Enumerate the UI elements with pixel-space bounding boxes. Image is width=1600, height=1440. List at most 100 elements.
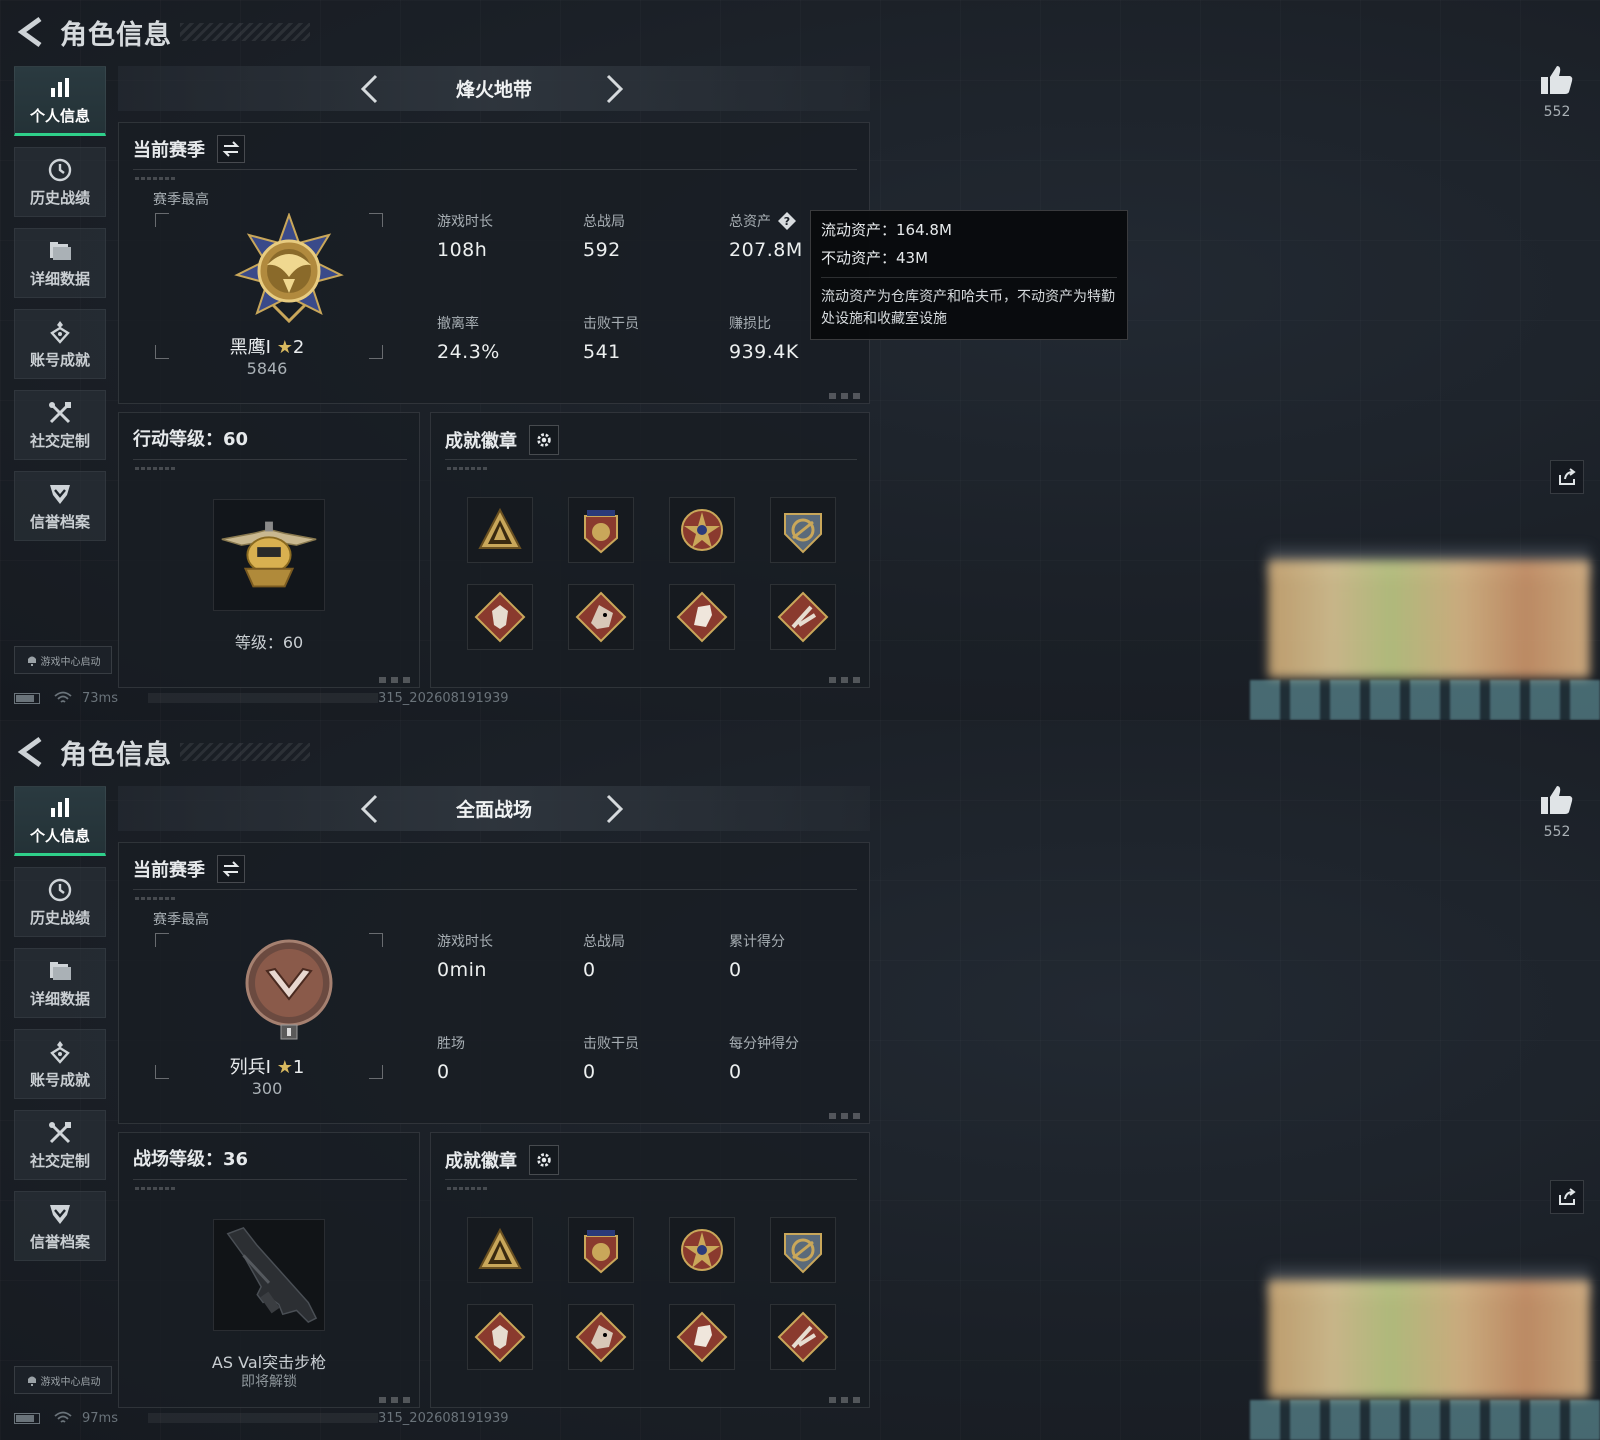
thumbs-up-icon xyxy=(1541,66,1573,94)
stat-item: 每分钟得分 0 xyxy=(729,1033,799,1083)
stat-item: 总战局 592 xyxy=(583,211,625,261)
swap-season-button[interactable] xyxy=(217,855,245,883)
rank-stars: 2 xyxy=(292,337,305,358)
sidebar-item-1[interactable]: 历史战绩 xyxy=(14,867,106,937)
pyramid-badge-icon[interactable] xyxy=(467,497,533,563)
bell-icon xyxy=(27,656,36,666)
folder-icon xyxy=(47,958,73,984)
gear-icon xyxy=(537,1153,551,1167)
stat-item: 击败干员 0 xyxy=(583,1033,639,1083)
stat-value: 0 xyxy=(729,1061,742,1083)
stat-item: 胜场 0 xyxy=(437,1033,465,1083)
stat-value: 108h xyxy=(437,239,488,261)
decorative-light-strip xyxy=(1250,680,1600,720)
crest-badge-icon[interactable] xyxy=(770,497,836,563)
season-best-label: 赛季最高 xyxy=(153,192,209,208)
prev-mode-arrow-icon[interactable] xyxy=(358,73,382,105)
horse-badge-icon[interactable] xyxy=(669,584,735,650)
achievements-panel: 成就徽章 xyxy=(430,412,870,688)
blade-badge-icon[interactable] xyxy=(770,1304,836,1370)
status-bar: 73ms 315_202608191939 xyxy=(14,688,509,708)
stat-label: 总战局 xyxy=(583,214,625,230)
sidebar-item-label: 详细数据 xyxy=(29,269,90,288)
prev-mode-arrow-icon[interactable] xyxy=(358,793,382,825)
shield-check-icon xyxy=(47,1201,73,1227)
rank-name: 黑鹰Ⅰ xyxy=(229,337,271,358)
shield-badge-icon[interactable] xyxy=(568,1217,634,1283)
wolf-badge-icon[interactable] xyxy=(467,584,533,650)
title-decoration xyxy=(180,743,310,761)
sidebar-item-2[interactable]: 详细数据 xyxy=(14,228,106,298)
season-panel: 当前赛季 赛季最高 黑鹰Ⅰ ★2 5846 游戏时长 108h 总战局 592 … xyxy=(118,122,870,404)
next-mode-arrow-icon[interactable] xyxy=(602,793,626,825)
shield-badge-icon[interactable] xyxy=(568,497,634,563)
next-mode-arrow-icon[interactable] xyxy=(602,73,626,105)
rank-score: 5846 xyxy=(246,359,288,378)
horse-badge-icon[interactable] xyxy=(669,1304,735,1370)
like-button[interactable]: 552 xyxy=(1532,64,1582,120)
shield-check-icon xyxy=(47,481,73,507)
swap-icon xyxy=(222,141,240,157)
topbar: 角色信息 xyxy=(16,732,310,772)
crest-badge-icon[interactable] xyxy=(770,1217,836,1283)
bar-chart-icon xyxy=(47,795,73,821)
rank-star-icon: ★ xyxy=(276,1057,293,1078)
sidebar-item-1[interactable]: 历史战绩 xyxy=(14,147,106,217)
stat-item: 游戏时长 108h xyxy=(437,211,493,261)
wolf-badge-icon[interactable] xyxy=(467,1304,533,1370)
star-medal-badge-icon[interactable] xyxy=(669,497,735,563)
pyramid-badge-icon[interactable] xyxy=(467,1217,533,1283)
achievements-settings-button[interactable] xyxy=(529,1145,559,1175)
wifi-icon xyxy=(54,691,72,703)
tooltip-fixed-assets: 不动资产：43M xyxy=(821,249,929,267)
blurred-image-card xyxy=(1268,560,1590,678)
sidebar-item-label: 历史战绩 xyxy=(29,908,90,927)
dragon-badge-icon[interactable] xyxy=(568,584,634,650)
star-medal-badge-icon[interactable] xyxy=(669,1217,735,1283)
level-icon-box xyxy=(213,499,325,611)
sidebar-item-4[interactable]: 社交定制 xyxy=(14,390,106,460)
blurred-image-card xyxy=(1268,1280,1590,1398)
thumbs-up-icon xyxy=(1541,786,1573,814)
stat-label: 总资产 xyxy=(729,214,771,230)
page-title: 角色信息 xyxy=(60,19,172,51)
screen-0: 角色信息 个人信息 历史战绩 详细数据 账号成就 社交定制 信誉档案 游戏中心启… xyxy=(0,0,1600,720)
back-arrow-icon[interactable] xyxy=(16,15,46,49)
help-icon[interactable]: ? xyxy=(777,211,797,231)
helicopter-level-icon xyxy=(221,521,317,588)
achievements-settings-button[interactable] xyxy=(529,425,559,455)
share-button[interactable] xyxy=(1550,460,1584,494)
like-button[interactable]: 552 xyxy=(1532,784,1582,840)
rank-name-row: 黑鹰Ⅰ ★2 xyxy=(119,333,415,359)
build-id: 315_202608191939 xyxy=(377,690,509,706)
tooltip-liquid-assets: 流动资产：164.8M xyxy=(821,221,952,239)
screen-1: 角色信息 个人信息 历史战绩 详细数据 账号成就 社交定制 信誉档案 游戏中心启… xyxy=(0,720,1600,1440)
rank-stars: 1 xyxy=(292,1057,305,1078)
build-id: 315_202608191939 xyxy=(377,1410,509,1426)
share-button[interactable] xyxy=(1550,1180,1584,1214)
sidebar-item-4[interactable]: 社交定制 xyxy=(14,1110,106,1180)
ping-value: 97ms xyxy=(82,1410,118,1426)
mode-selector: 烽火地带 xyxy=(118,66,870,111)
page-title: 角色信息 xyxy=(60,739,172,771)
blade-badge-icon[interactable] xyxy=(770,584,836,650)
sidebar-item-3[interactable]: 账号成就 xyxy=(14,309,106,379)
sidebar-item-5[interactable]: 信誉档案 xyxy=(14,1191,106,1261)
sidebar-item-2[interactable]: 详细数据 xyxy=(14,948,106,1018)
bell-icon xyxy=(27,1376,36,1386)
folder-icon xyxy=(47,238,73,264)
sidebar-item-label: 个人信息 xyxy=(29,826,90,845)
achievements-title: 成就徽章 xyxy=(445,1151,517,1172)
launch-badge-label: 游戏中心启动 xyxy=(40,656,101,668)
swap-season-button[interactable] xyxy=(217,135,245,163)
level-caption: 等级：60 xyxy=(234,633,304,652)
back-arrow-icon[interactable] xyxy=(16,735,46,769)
sidebar-item-5[interactable]: 信誉档案 xyxy=(14,471,106,541)
like-count: 552 xyxy=(1543,824,1571,840)
dragon-badge-icon[interactable] xyxy=(568,1304,634,1370)
stat-item: 总资产? 207.8M xyxy=(729,211,803,261)
season-panel: 当前赛季 赛季最高 列兵Ⅰ ★1 300 游戏时长 0min 总战局 0 累计得… xyxy=(118,842,870,1124)
sidebar-item-0[interactable]: 个人信息 xyxy=(14,786,106,856)
sidebar-item-3[interactable]: 账号成就 xyxy=(14,1029,106,1099)
sidebar-item-0[interactable]: 个人信息 xyxy=(14,66,106,136)
